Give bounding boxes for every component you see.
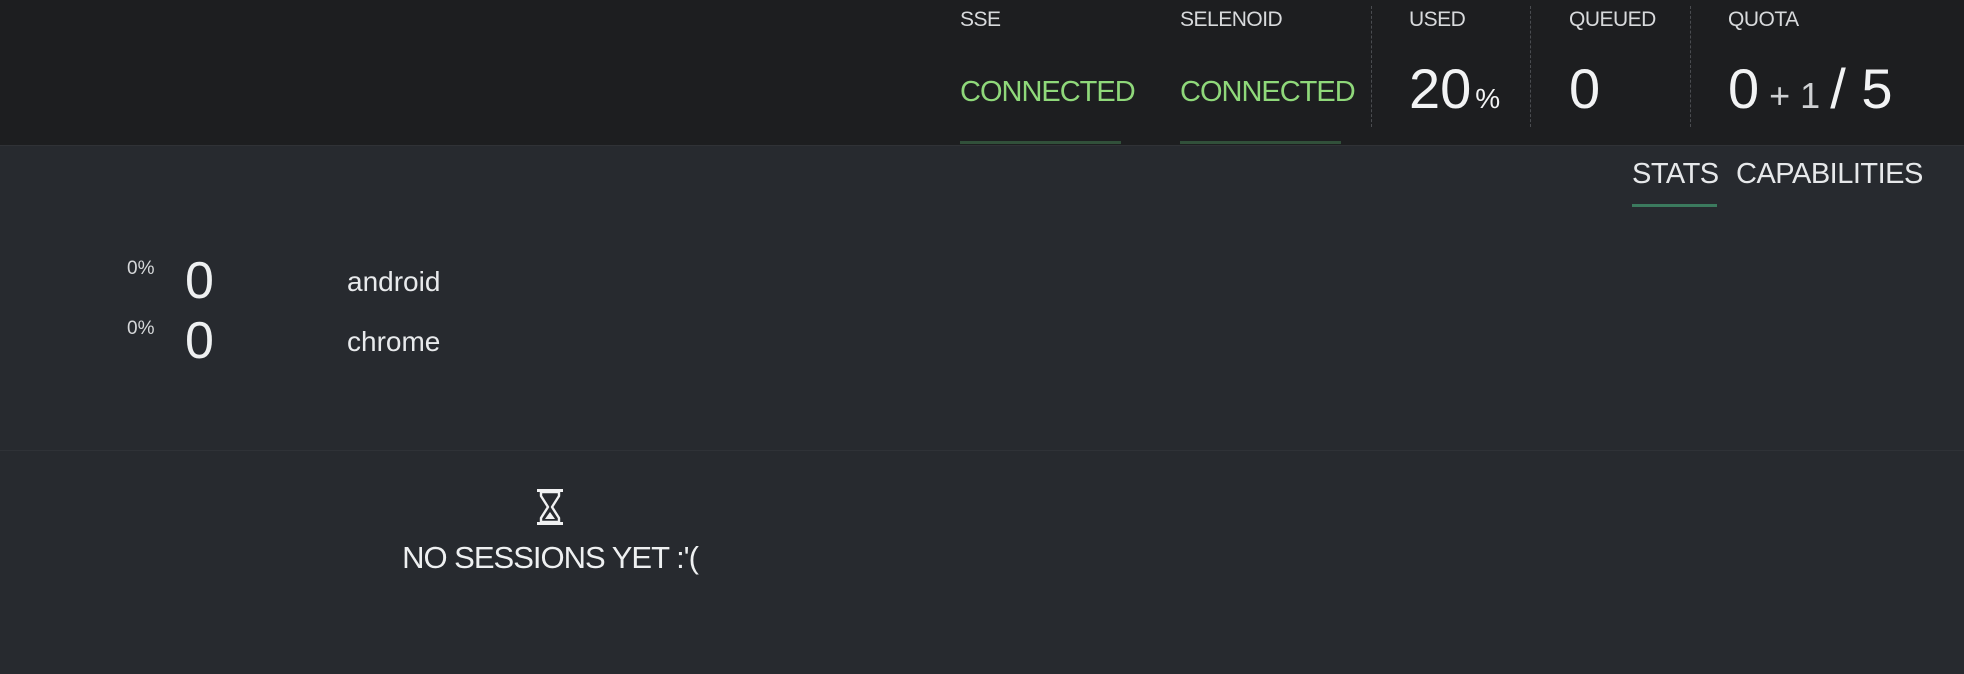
browser-percent: 0% (127, 258, 155, 279)
divider (1530, 6, 1531, 127)
section-divider (0, 450, 1964, 451)
used-value: 20% (1409, 56, 1500, 132)
queued-stat: QUEUED 0 (1569, 0, 1689, 146)
browser-row-android: 0% 0 android (0, 252, 600, 316)
divider (1690, 6, 1691, 127)
quota-stat: QUOTA 0 + 1/ 5 (1728, 0, 1958, 146)
quota-label: QUOTA (1728, 8, 1799, 31)
queued-label: QUEUED (1569, 8, 1656, 31)
selenoid-label: SELENOID (1180, 8, 1283, 31)
sse-status: SSE CONNECTED (960, 0, 1140, 146)
status-bar: SSE CONNECTED SELENOID CONNECTED USED 20… (0, 0, 1964, 146)
browser-count: 0 (185, 252, 214, 310)
selenoid-state: CONNECTED (1180, 76, 1356, 108)
selenoid-status: SELENOID CONNECTED (1180, 0, 1360, 146)
browser-percent: 0% (127, 318, 155, 339)
sse-state: CONNECTED (960, 76, 1136, 108)
used-stat: USED 20% (1409, 0, 1549, 146)
used-label: USED (1409, 8, 1466, 31)
sessions-empty-state: NO SESSIONS YET :'( (380, 488, 720, 576)
empty-sessions-message: NO SESSIONS YET :'( (402, 540, 699, 575)
selenoid-indicator (1180, 141, 1341, 144)
quota-total: / 5 (1830, 57, 1893, 120)
quota-value: 0 + 1/ 5 (1728, 56, 1892, 129)
used-number: 20 (1409, 57, 1472, 120)
browser-row-chrome: 0% 0 chrome (0, 312, 600, 376)
view-tabs: STATS CAPABILITIES (1632, 158, 1928, 210)
used-unit: % (1475, 83, 1501, 114)
divider (1371, 6, 1372, 127)
quota-used: 0 (1728, 57, 1760, 120)
sse-label: SSE (960, 8, 1001, 31)
quota-queued: + 1 (1769, 75, 1821, 116)
sse-indicator (960, 141, 1121, 144)
browser-name: chrome (347, 326, 441, 357)
hourglass-icon (537, 489, 563, 525)
active-tab-indicator (1632, 204, 1717, 207)
browser-count: 0 (185, 312, 214, 370)
queued-value: 0 (1569, 57, 1601, 120)
tab-capabilities[interactable]: CAPABILITIES (1736, 158, 1923, 191)
tab-stats[interactable]: STATS (1632, 158, 1719, 191)
browser-name: android (347, 266, 441, 297)
